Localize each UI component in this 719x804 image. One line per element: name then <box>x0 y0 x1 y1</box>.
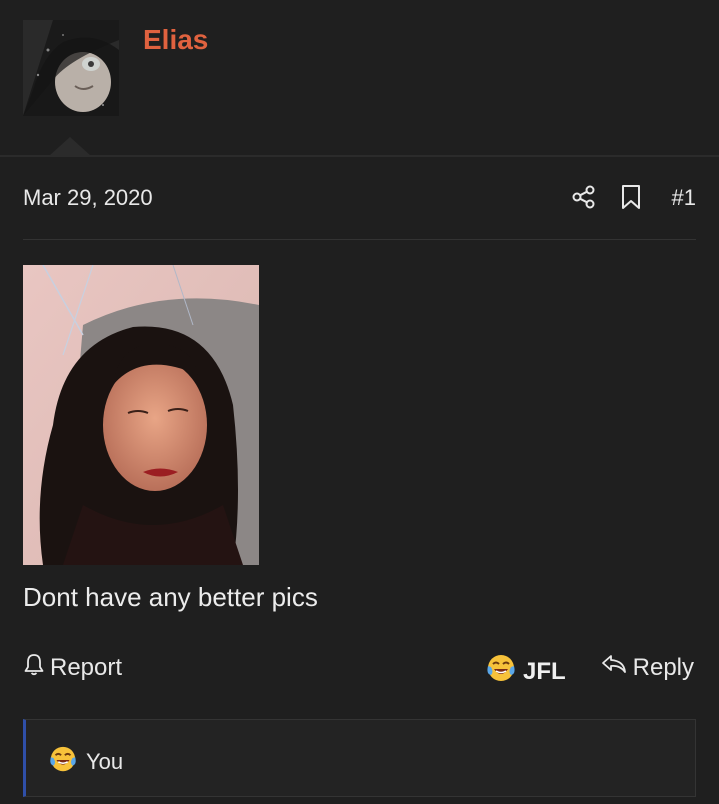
post-message: Dont have any better pics <box>23 582 318 612</box>
meta-divider <box>23 239 696 240</box>
selfie-photo-image <box>23 265 259 565</box>
post-actions: Report JFL Reply <box>23 650 696 686</box>
reply-label: Reply <box>632 653 694 681</box>
jfl-reaction-button[interactable]: JFL <box>485 652 566 691</box>
reply-arrow-icon <box>600 652 628 683</box>
avatar[interactable] <box>23 20 119 116</box>
post-page: Elias Mar 29, 2020 #1 Dont have any bett… <box>0 0 719 804</box>
user-header: Elias <box>0 0 719 157</box>
jfl-label: JFL <box>523 657 566 685</box>
report-label: Report <box>50 653 123 681</box>
post-number-link[interactable]: #1 <box>672 185 696 211</box>
post-photo[interactable] <box>23 265 259 565</box>
reaction-summary-label: You <box>86 749 124 774</box>
reaction-summary[interactable]: You <box>48 744 123 780</box>
user-arrow-pointer <box>49 137 91 156</box>
header-divider <box>0 155 719 157</box>
cat-avatar-image <box>23 20 119 116</box>
bell-icon <box>23 652 45 683</box>
report-button[interactable]: Report <box>23 652 122 683</box>
post-date[interactable]: Mar 29, 2020 <box>23 185 153 211</box>
bookmark-icon[interactable] <box>620 184 642 210</box>
reactions-bar: You <box>23 719 696 797</box>
tears-of-joy-icon <box>48 744 78 780</box>
post-meta-row: Mar 29, 2020 #1 <box>23 180 696 214</box>
username[interactable]: Elias <box>143 24 208 56</box>
tears-of-joy-icon <box>485 652 517 691</box>
reply-button[interactable]: Reply <box>600 652 694 683</box>
share-icon[interactable] <box>571 184 597 210</box>
